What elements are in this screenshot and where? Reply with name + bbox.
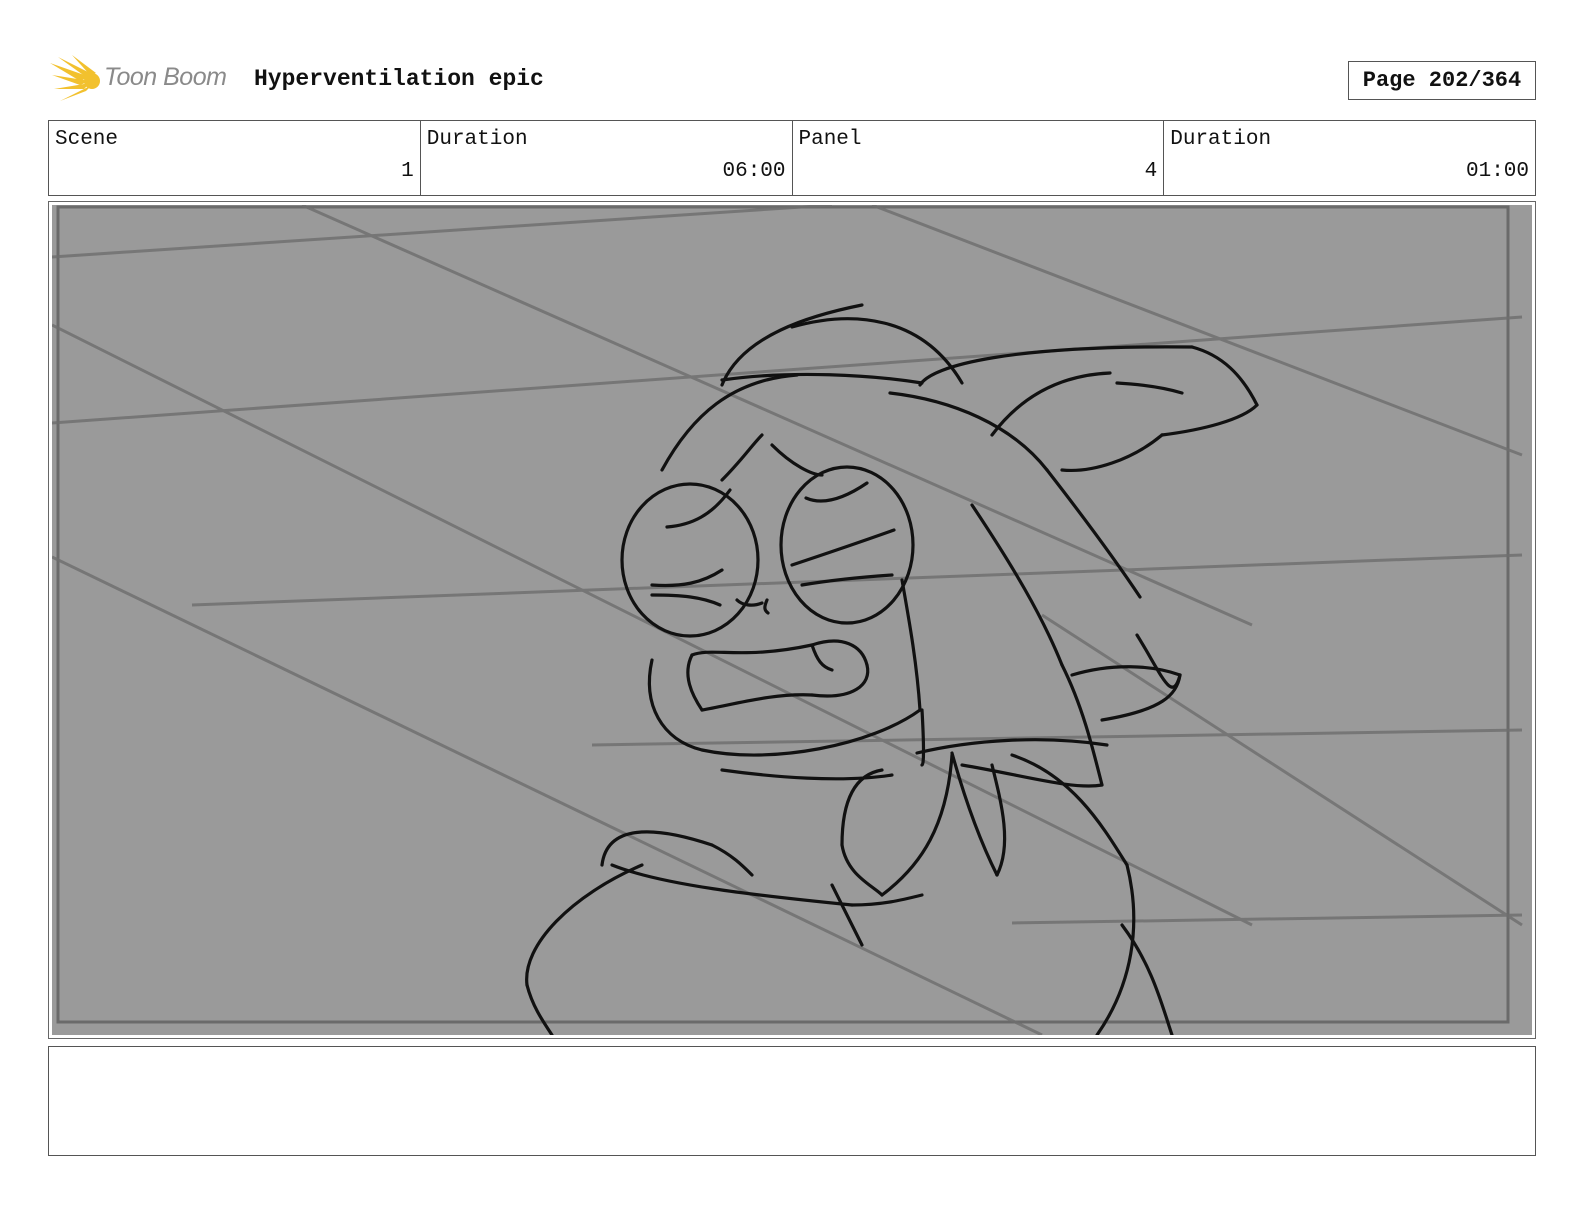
panel-duration-value: 01:00 [1465, 160, 1529, 183]
document-title: Hyperventilation epic [254, 66, 544, 92]
panel-duration-cell: Duration 01:00 [1164, 121, 1535, 195]
panel-value: 4 [1144, 160, 1158, 183]
scene-cell: Scene 1 [49, 121, 421, 195]
scene-duration-value: 06:00 [722, 160, 786, 183]
page-number: Page 202/364 [1348, 61, 1536, 100]
panel-label: Panel [798, 128, 862, 151]
panel-image [52, 205, 1532, 1035]
panel-cell: Panel 4 [793, 121, 1165, 195]
storyboard-sketch [52, 205, 1523, 1035]
scene-label: Scene [55, 128, 119, 151]
scene-duration-label: Duration [426, 128, 528, 151]
logo-text: Toon Boom [104, 63, 227, 91]
scene-value: 1 [401, 160, 414, 183]
scene-duration-cell: Duration 06:00 [421, 121, 793, 195]
panel-duration-label: Duration [1170, 128, 1272, 151]
panel-info-table: Scene 1 Duration 06:00 Panel 4 Duration … [48, 120, 1536, 196]
panel-notes-box [48, 1046, 1536, 1156]
